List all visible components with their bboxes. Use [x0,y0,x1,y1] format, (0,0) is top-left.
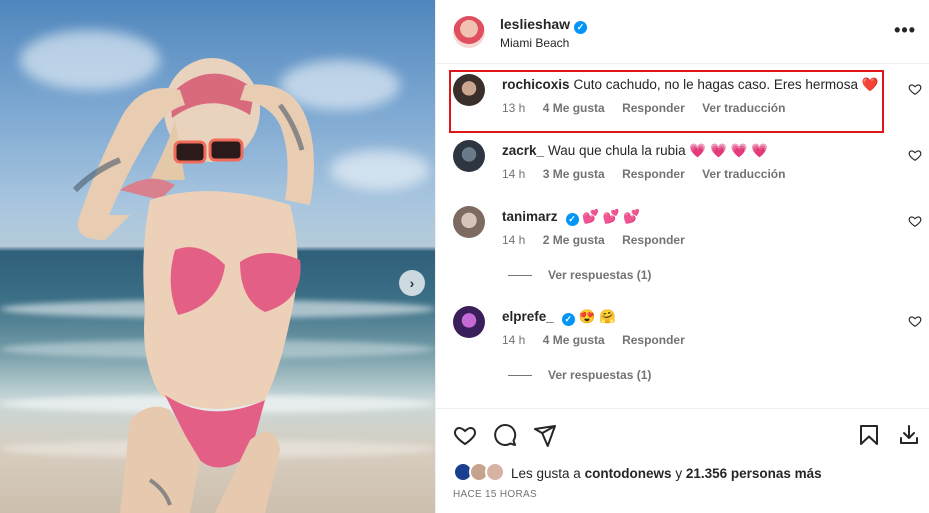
commenter-avatar[interactable] [453,140,485,172]
verified-badge-icon: ✓ [574,21,588,34]
reply-button[interactable]: Responder [622,167,685,181]
view-replies-label[interactable]: Ver respuestas (1) [548,368,651,382]
replies-divider [508,375,532,377]
like-heart-icon[interactable] [453,423,477,447]
comment-time[interactable]: 14 h [502,333,525,347]
comment-meta: 14 h 4 Me gusta Responder [502,333,699,347]
comment-meta: 14 h 3 Me gusta Responder Ver traducción [502,167,799,181]
replies-divider [508,275,532,277]
likes-middle: y [671,466,686,481]
comment-time[interactable]: 14 h [502,233,525,247]
verified-badge-icon: ✓ [565,213,579,226]
comment-item: elprefe_ ✓ 😍 🤗 14 h 4 Me gusta Responder [436,306,929,356]
post-header: leslieshaw ✓ Miami Beach ••• [436,0,929,64]
author-username[interactable]: leslieshaw ✓ [500,16,588,34]
verified-badge-icon: ✓ [561,313,575,326]
likes-text: Les gusta a contodonews y 21.356 persona… [511,466,822,481]
commenter-avatar[interactable] [453,306,485,338]
comment-likes[interactable]: 4 Me gusta [543,333,605,347]
view-replies-button[interactable]: Ver respuestas (1) [508,368,651,382]
commenter-username[interactable]: tanimarz [502,209,558,224]
download-icon[interactable] [897,423,921,447]
like-comment-heart-icon[interactable] [908,82,922,96]
likes-count[interactable]: 21.356 personas más [686,466,822,481]
comment-time[interactable]: 14 h [502,167,525,181]
reply-button[interactable]: Responder [622,333,685,347]
like-comment-heart-icon[interactable] [908,314,922,328]
comment-body: Wau que chula la rubia [548,143,686,158]
comment-bubble-icon[interactable] [493,423,517,447]
post-photo[interactable]: › [0,0,435,513]
view-replies-button[interactable]: Ver respuestas (1) [508,268,651,282]
highlight-box [449,70,884,133]
comment-meta: 14 h 2 Me gusta Responder [502,233,699,247]
post-actions-bar [436,408,929,460]
translate-button[interactable]: Ver traducción [702,167,785,181]
pink-hearts-emoji: 💗 💗 💗 💗 [689,143,768,158]
likes-summary: Les gusta a contodonews y 21.356 persona… [453,462,923,484]
comment-item: zacrk_ Wau que chula la rubia 💗 💗 💗 💗 14 … [436,140,929,190]
commenter-username[interactable]: elprefe_ [502,309,554,324]
post-time-ago[interactable]: HACE 15 HORAS [453,489,537,500]
liker-avatar[interactable] [485,462,505,482]
model-figure [72,58,314,513]
reply-button[interactable]: Responder [622,233,685,247]
like-comment-heart-icon[interactable] [908,148,922,162]
comment-item: tanimarz ✓ 💕 💕 💕 14 h 2 Me gusta Responde… [436,206,929,256]
comment-likes[interactable]: 3 Me gusta [543,167,605,181]
comment-text: zacrk_ Wau que chula la rubia 💗 💗 💗 💗 [502,143,892,159]
commenter-avatar[interactable] [453,206,485,238]
view-replies-label[interactable]: Ver respuestas (1) [548,268,651,282]
smile-emoji: 😍 🤗 [578,309,616,324]
post-location[interactable]: Miami Beach [500,36,569,50]
like-comment-heart-icon[interactable] [908,214,922,228]
next-photo-button[interactable]: › [399,270,425,296]
likes-prefix: Les gusta a [511,466,585,481]
author-avatar[interactable] [453,16,485,48]
comment-text: tanimarz ✓ 💕 💕 💕 [502,209,892,226]
author-username-text[interactable]: leslieshaw [500,16,570,32]
pink-hearts-emoji: 💕 💕 💕 [582,209,641,224]
commenter-username[interactable]: zacrk_ [502,143,544,158]
liker-username[interactable]: contodonews [585,466,672,481]
share-send-icon[interactable] [533,423,557,447]
save-bookmark-icon[interactable] [857,423,881,447]
comment-text: elprefe_ ✓ 😍 🤗 [502,309,892,326]
more-options-icon[interactable]: ••• [894,20,916,41]
comment-likes[interactable]: 2 Me gusta [543,233,605,247]
